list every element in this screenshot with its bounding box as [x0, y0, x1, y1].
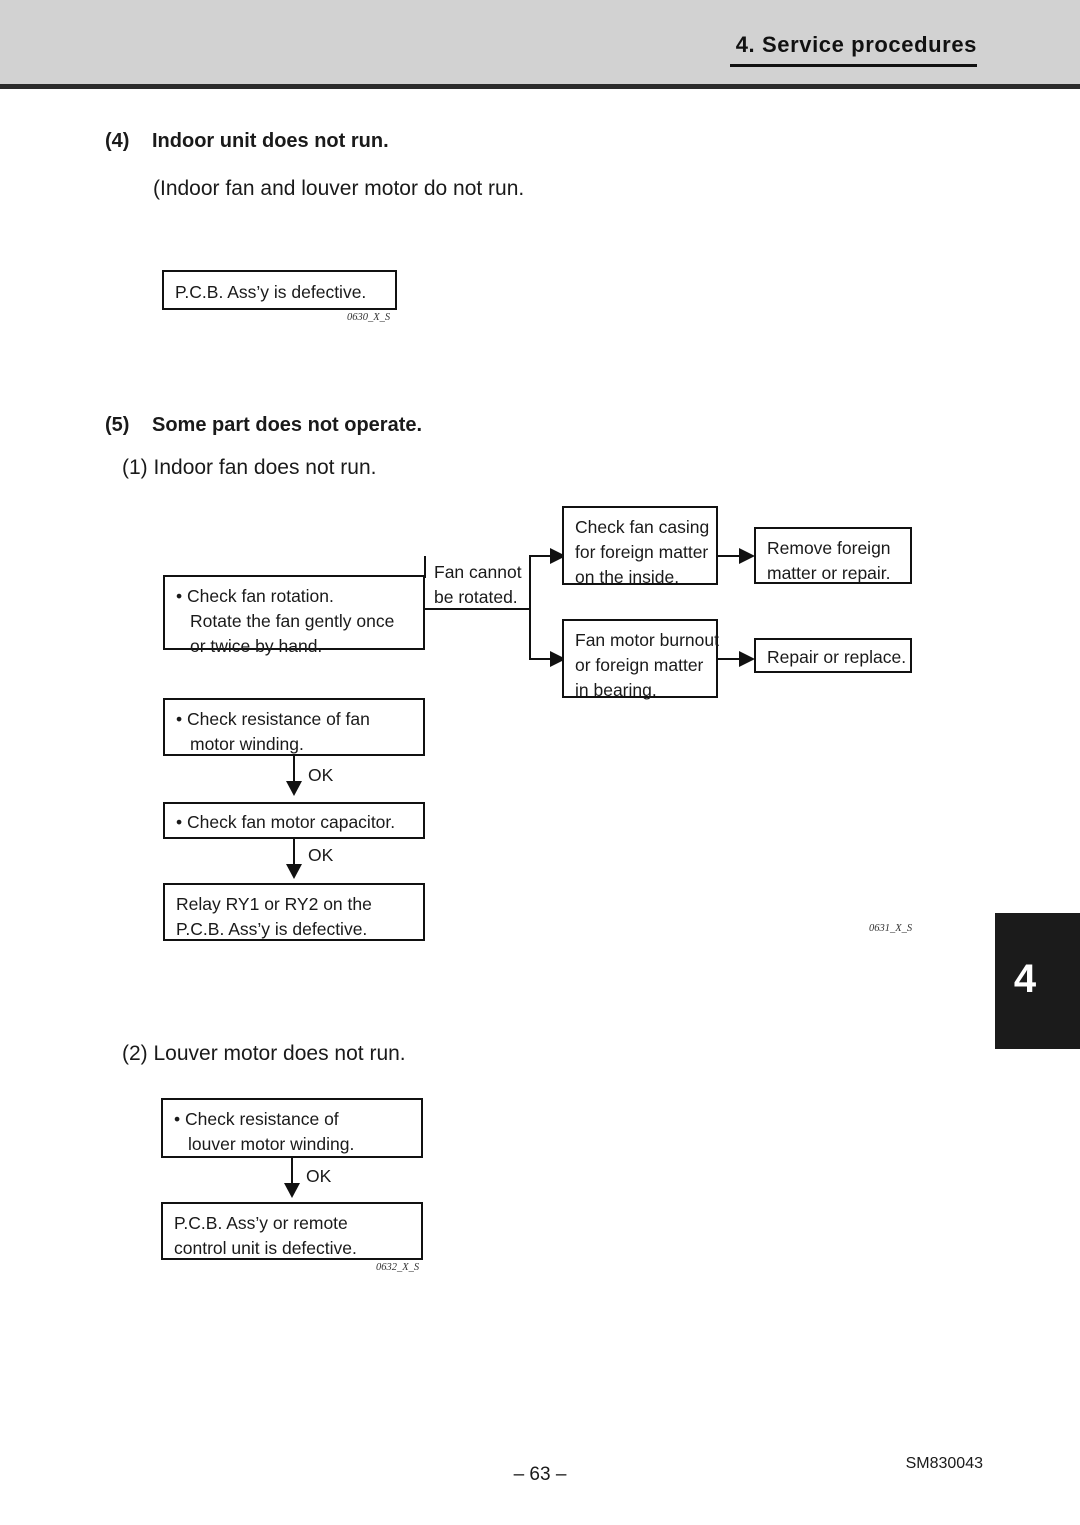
- flow-box-line: in bearing.: [575, 680, 657, 700]
- flow-box-repair-or-replace: Repair or replace.: [754, 638, 912, 673]
- section-5-number: (5): [105, 414, 130, 436]
- arrow-down-icon: [284, 1183, 300, 1198]
- chapter-tab: 4: [995, 913, 1080, 1049]
- flow-box-fan-motor-burnout: Fan motor burnout or foreign matter in b…: [562, 619, 719, 700]
- flow-box-line: P.C.B. Ass’y is defective.: [176, 919, 368, 939]
- flow-box-line: Rotate the fan gently once: [190, 611, 395, 631]
- header-title-underline: [730, 64, 977, 67]
- flow-box-relay-defective: Relay RY1 or RY2 on the P.C.B. Ass’y is …: [163, 883, 425, 941]
- flow-label-line: Fan cannot: [434, 562, 522, 582]
- connector-horizontal: [529, 658, 551, 660]
- flow-box-line: • Check resistance of: [174, 1109, 339, 1129]
- section-4-title: Indoor unit does not run.: [152, 130, 389, 152]
- ok-label-3: OK: [306, 1166, 332, 1186]
- ok-label-2: OK: [308, 845, 334, 865]
- page-header-title: 4. Service procedures: [735, 32, 977, 57]
- flow-box-line: on the inside.: [575, 567, 680, 587]
- flow-box-line: Repair or replace.: [767, 647, 907, 667]
- connector-horizontal: [718, 555, 740, 557]
- connector-horizontal: [424, 608, 530, 610]
- flow-box-line: • Check fan motor capacitor.: [176, 812, 396, 832]
- flow-box-line: P.C.B. Ass’y is defective.: [175, 282, 367, 302]
- flow-box-line: P.C.B. Ass’y or remote: [174, 1213, 348, 1233]
- flow-box-line: Fan motor burnout: [575, 630, 719, 650]
- flow-label-fan-cannot-be-rotated: Fan cannot be rotated.: [434, 560, 522, 610]
- connector-horizontal: [718, 658, 740, 660]
- section-4-number: (4): [105, 130, 130, 152]
- flow-box-check-fan-casing: Check fan casing for foreign matter on t…: [562, 506, 718, 587]
- flow-box-line: louver motor winding.: [188, 1134, 355, 1154]
- arrow-right-icon: [739, 651, 755, 667]
- section-5-sub2-title: (2) Louver motor does not run.: [122, 1042, 406, 1065]
- flow-box-line: or twice by hand.: [190, 636, 323, 656]
- arrow-down-icon: [286, 864, 302, 879]
- section-4-subtitle: (Indoor fan and louver motor do not run.: [153, 177, 525, 200]
- flow-box-line: Check fan casing: [575, 517, 710, 537]
- flow-box-line: Remove foreign: [767, 538, 891, 558]
- flow-box-check-resistance-fan-motor: • Check resistance of fan motor winding.: [163, 698, 425, 756]
- flow-box-check-fan-motor-capacitor: • Check fan motor capacitor.: [163, 802, 425, 839]
- flow-box-line: • Check resistance of fan: [176, 709, 370, 729]
- section-5-sub1-title: (1) Indoor fan does not run.: [122, 456, 377, 479]
- flow-box-check-resistance-louver-motor: • Check resistance of louver motor windi…: [161, 1098, 423, 1158]
- connector-vertical: [424, 556, 426, 578]
- flow-box-pcb-defective: P.C.B. Ass’y is defective.: [162, 270, 397, 310]
- figure-code-0630: 0630_X_S: [347, 312, 391, 323]
- flow-box-line: • Check fan rotation.: [176, 586, 334, 606]
- chapter-tab-number: 4: [1013, 957, 1037, 1001]
- flow-box-remove-foreign-matter: Remove foreign matter or repair.: [754, 527, 912, 584]
- flow-box-line: control unit is defective.: [174, 1238, 357, 1258]
- flow-box-line: or foreign matter: [575, 655, 704, 675]
- arrow-down-icon: [286, 781, 302, 796]
- flow-box-pcb-or-remote-defective: P.C.B. Ass’y or remote control unit is d…: [161, 1202, 423, 1260]
- flow-box-line: motor winding.: [190, 734, 304, 754]
- section-5-title: Some part does not operate.: [152, 414, 423, 436]
- flow-label-line: be rotated.: [434, 587, 518, 607]
- header-divider-rule: [0, 84, 1080, 89]
- figure-code-0632: 0632_X_S: [376, 1262, 420, 1273]
- flow-box-line: Relay RY1 or RY2 on the: [176, 894, 372, 914]
- flow-box-line: matter or repair.: [767, 563, 891, 583]
- flow-box-check-fan-rotation: • Check fan rotation. Rotate the fan gen…: [163, 575, 425, 656]
- document-code: SM830043: [905, 1455, 983, 1472]
- ok-label-1: OK: [308, 765, 334, 785]
- figure-code-0631: 0631_X_S: [869, 923, 913, 934]
- connector-horizontal: [529, 555, 551, 557]
- flow-box-line: for foreign matter: [575, 542, 709, 562]
- connector-branch-vertical: [529, 555, 531, 660]
- arrow-right-icon: [739, 548, 755, 564]
